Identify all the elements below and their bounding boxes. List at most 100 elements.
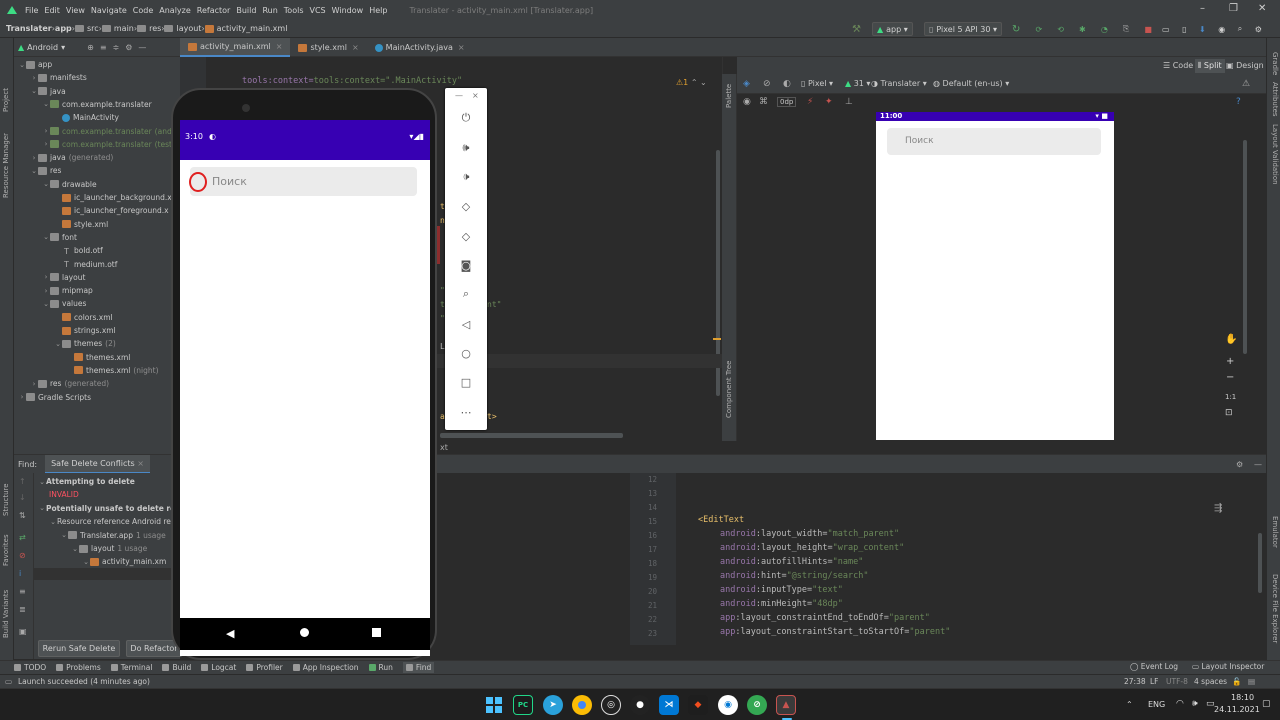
- device-file-explorer-tool-label[interactable]: Device File Explorer: [1271, 574, 1279, 643]
- tree-item[interactable]: › manifests: [30, 71, 87, 84]
- autoconnect-icon[interactable]: ⌘: [759, 97, 768, 107]
- expand-arrow-icon[interactable]: ⌄: [71, 545, 79, 553]
- tree-item[interactable]: ⌄ app: [18, 58, 52, 71]
- find-hide-icon[interactable]: —: [1254, 460, 1262, 469]
- find-tree-item[interactable]: ⌄ Potentially unsafe to delete refe: [38, 502, 184, 515]
- horizontal-scrollbar[interactable]: [440, 433, 623, 438]
- tab-safe-delete-conflicts[interactable]: Safe Delete Conflicts ×: [45, 454, 150, 474]
- locale-select[interactable]: ◍ Default (en-us) ▾: [933, 79, 1009, 88]
- close-tab-icon[interactable]: ×: [352, 43, 359, 52]
- back-icon[interactable]: ◁: [458, 316, 474, 332]
- warning-indicator[interactable]: ⚠1 ⌃ ⌄: [676, 78, 707, 87]
- maximize-button[interactable]: ❐: [1229, 3, 1238, 14]
- tree-item[interactable]: › com.example.translater (test): [42, 138, 175, 151]
- menu-code[interactable]: Code: [133, 6, 153, 15]
- tree-item[interactable]: Tmedium.otf: [54, 258, 117, 271]
- camera-icon[interactable]: ◙: [458, 257, 474, 273]
- event-log-button[interactable]: ◯ Event Log: [1130, 662, 1178, 671]
- find-tree-item[interactable]: ⌄ Resource reference Android re: [49, 515, 171, 528]
- layout-inspector-button[interactable]: ▭ Layout Inspector: [1192, 662, 1264, 671]
- design-mode-button[interactable]: ▣ Design: [1226, 61, 1264, 70]
- find-tree-item[interactable]: ⌄ Attempting to delete: [38, 475, 135, 488]
- tree-item[interactable]: ⌄ java: [30, 85, 66, 98]
- expand-arrow-icon[interactable]: ⌄: [42, 233, 50, 241]
- expand-arrow-icon[interactable]: ›: [42, 127, 50, 135]
- apply-code-icon[interactable]: ⟲: [1057, 25, 1064, 34]
- expand-arrow-icon[interactable]: ›: [30, 74, 38, 82]
- emu-close-icon[interactable]: ×: [472, 91, 479, 100]
- breadcrumb-item[interactable]: layout: [164, 24, 201, 33]
- soft-wrap-icon[interactable]: ⇶: [1214, 503, 1222, 514]
- figma-icon[interactable]: ◆: [688, 695, 708, 715]
- night-mode-icon[interactable]: ◐: [783, 79, 791, 89]
- project-header-icons[interactable]: ⊕≡≑⚙—: [87, 43, 152, 52]
- profile-icon[interactable]: ◔: [1101, 25, 1108, 34]
- code-mode-button[interactable]: ☰ Code: [1163, 61, 1193, 70]
- caret-position[interactable]: 27:38: [1124, 677, 1146, 686]
- menu-view[interactable]: View: [66, 6, 85, 15]
- group-icon[interactable]: ≣: [19, 605, 26, 614]
- find-tree-item[interactable]: ⌄ Translater.app 1 usage: [60, 529, 166, 542]
- tool-build[interactable]: Build: [162, 663, 191, 672]
- github-icon[interactable]: ◎: [601, 695, 621, 715]
- breadcrumb-item[interactable]: main: [101, 24, 134, 33]
- tool-run[interactable]: Run: [368, 663, 393, 672]
- layers-icon[interactable]: ◈: [743, 79, 750, 89]
- run-config-select[interactable]: ▲ app ▾: [872, 22, 913, 36]
- breadcrumb-item[interactable]: app: [55, 24, 72, 33]
- tree-item[interactable]: MainActivity: [54, 111, 119, 124]
- tool-profiler[interactable]: Profiler: [246, 663, 283, 672]
- avd-manager-icon[interactable]: ▯: [1182, 25, 1186, 34]
- obs-icon[interactable]: ●: [630, 695, 650, 715]
- tool-todo[interactable]: TODO: [14, 663, 46, 672]
- start-icon[interactable]: [484, 695, 504, 715]
- menu-build[interactable]: Build: [236, 6, 256, 15]
- lock-icon[interactable]: 🔓: [1232, 677, 1241, 686]
- expand-arrow-icon[interactable]: ⌄: [30, 167, 38, 175]
- up-icon[interactable]: ↑: [19, 477, 26, 486]
- attributes-tool-label[interactable]: Attributes: [1271, 82, 1279, 117]
- structure-tool-label[interactable]: Structure: [2, 483, 10, 516]
- hammer-icon[interactable]: ⚒: [852, 22, 861, 36]
- more-icon[interactable]: ⋯: [458, 404, 474, 420]
- memory-indicator-icon[interactable]: ▤: [1248, 677, 1255, 686]
- menu-navigate[interactable]: Navigate: [91, 6, 127, 15]
- power-icon[interactable]: ⏻: [458, 110, 474, 126]
- exclude-icon[interactable]: ⊘: [19, 551, 26, 560]
- phone-recents-icon[interactable]: [372, 628, 381, 637]
- search-everywhere-icon[interactable]: ⌕: [1238, 24, 1242, 34]
- expand-arrow-icon[interactable]: ›: [42, 273, 50, 281]
- menu-edit[interactable]: Edit: [44, 6, 60, 15]
- tool-problems[interactable]: Problems: [56, 663, 101, 672]
- debug-icon[interactable]: ✱: [1079, 25, 1086, 34]
- design-device-select[interactable]: ▯ Pixel ▾: [801, 79, 833, 88]
- volume-icon[interactable]: 🕪: [1192, 699, 1198, 709]
- wifi-icon[interactable]: ◠: [1176, 699, 1184, 709]
- stop-icon[interactable]: ■: [1144, 25, 1152, 34]
- tree-item[interactable]: ⌄ res: [30, 164, 61, 177]
- zoom-out-icon[interactable]: −: [1226, 372, 1234, 383]
- tree-item[interactable]: › java (generated): [30, 151, 114, 164]
- menu-analyze[interactable]: Analyze: [159, 6, 191, 15]
- vscode-icon[interactable]: ⋊: [659, 695, 679, 715]
- expand-arrow-icon[interactable]: ⌄: [49, 518, 57, 526]
- rerun-safe-delete-button[interactable]: Rerun Safe Delete: [38, 640, 120, 657]
- info-icon[interactable]: i: [19, 569, 21, 578]
- resource-manager-tool-label[interactable]: Resource Manager: [2, 133, 10, 198]
- api-select[interactable]: ▲ 31 ▾: [845, 79, 870, 88]
- pan-icon[interactable]: ✋: [1225, 334, 1237, 345]
- telegram-icon[interactable]: ➤: [543, 695, 563, 715]
- zoom-in-icon[interactable]: +: [1226, 356, 1234, 367]
- file-encoding[interactable]: UTF-8: [1166, 677, 1188, 686]
- tool-app-inspection[interactable]: App Inspection: [292, 663, 359, 672]
- app-icon[interactable]: ◉: [718, 695, 738, 715]
- component-tree-label[interactable]: Component Tree: [725, 361, 733, 418]
- breadcrumb-item[interactable]: src: [74, 24, 99, 33]
- language-indicator[interactable]: ENG: [1148, 700, 1165, 709]
- tab-activity-main[interactable]: activity_main.xml ×: [180, 38, 291, 57]
- clock-time[interactable]: 18:10: [1231, 693, 1254, 702]
- sdk-manager-icon[interactable]: ⬇: [1199, 25, 1206, 34]
- expand-arrow-icon[interactable]: ›: [30, 380, 38, 388]
- apply-changes-icon[interactable]: ⟳: [1035, 25, 1042, 34]
- pycharm-icon[interactable]: PC: [513, 695, 533, 715]
